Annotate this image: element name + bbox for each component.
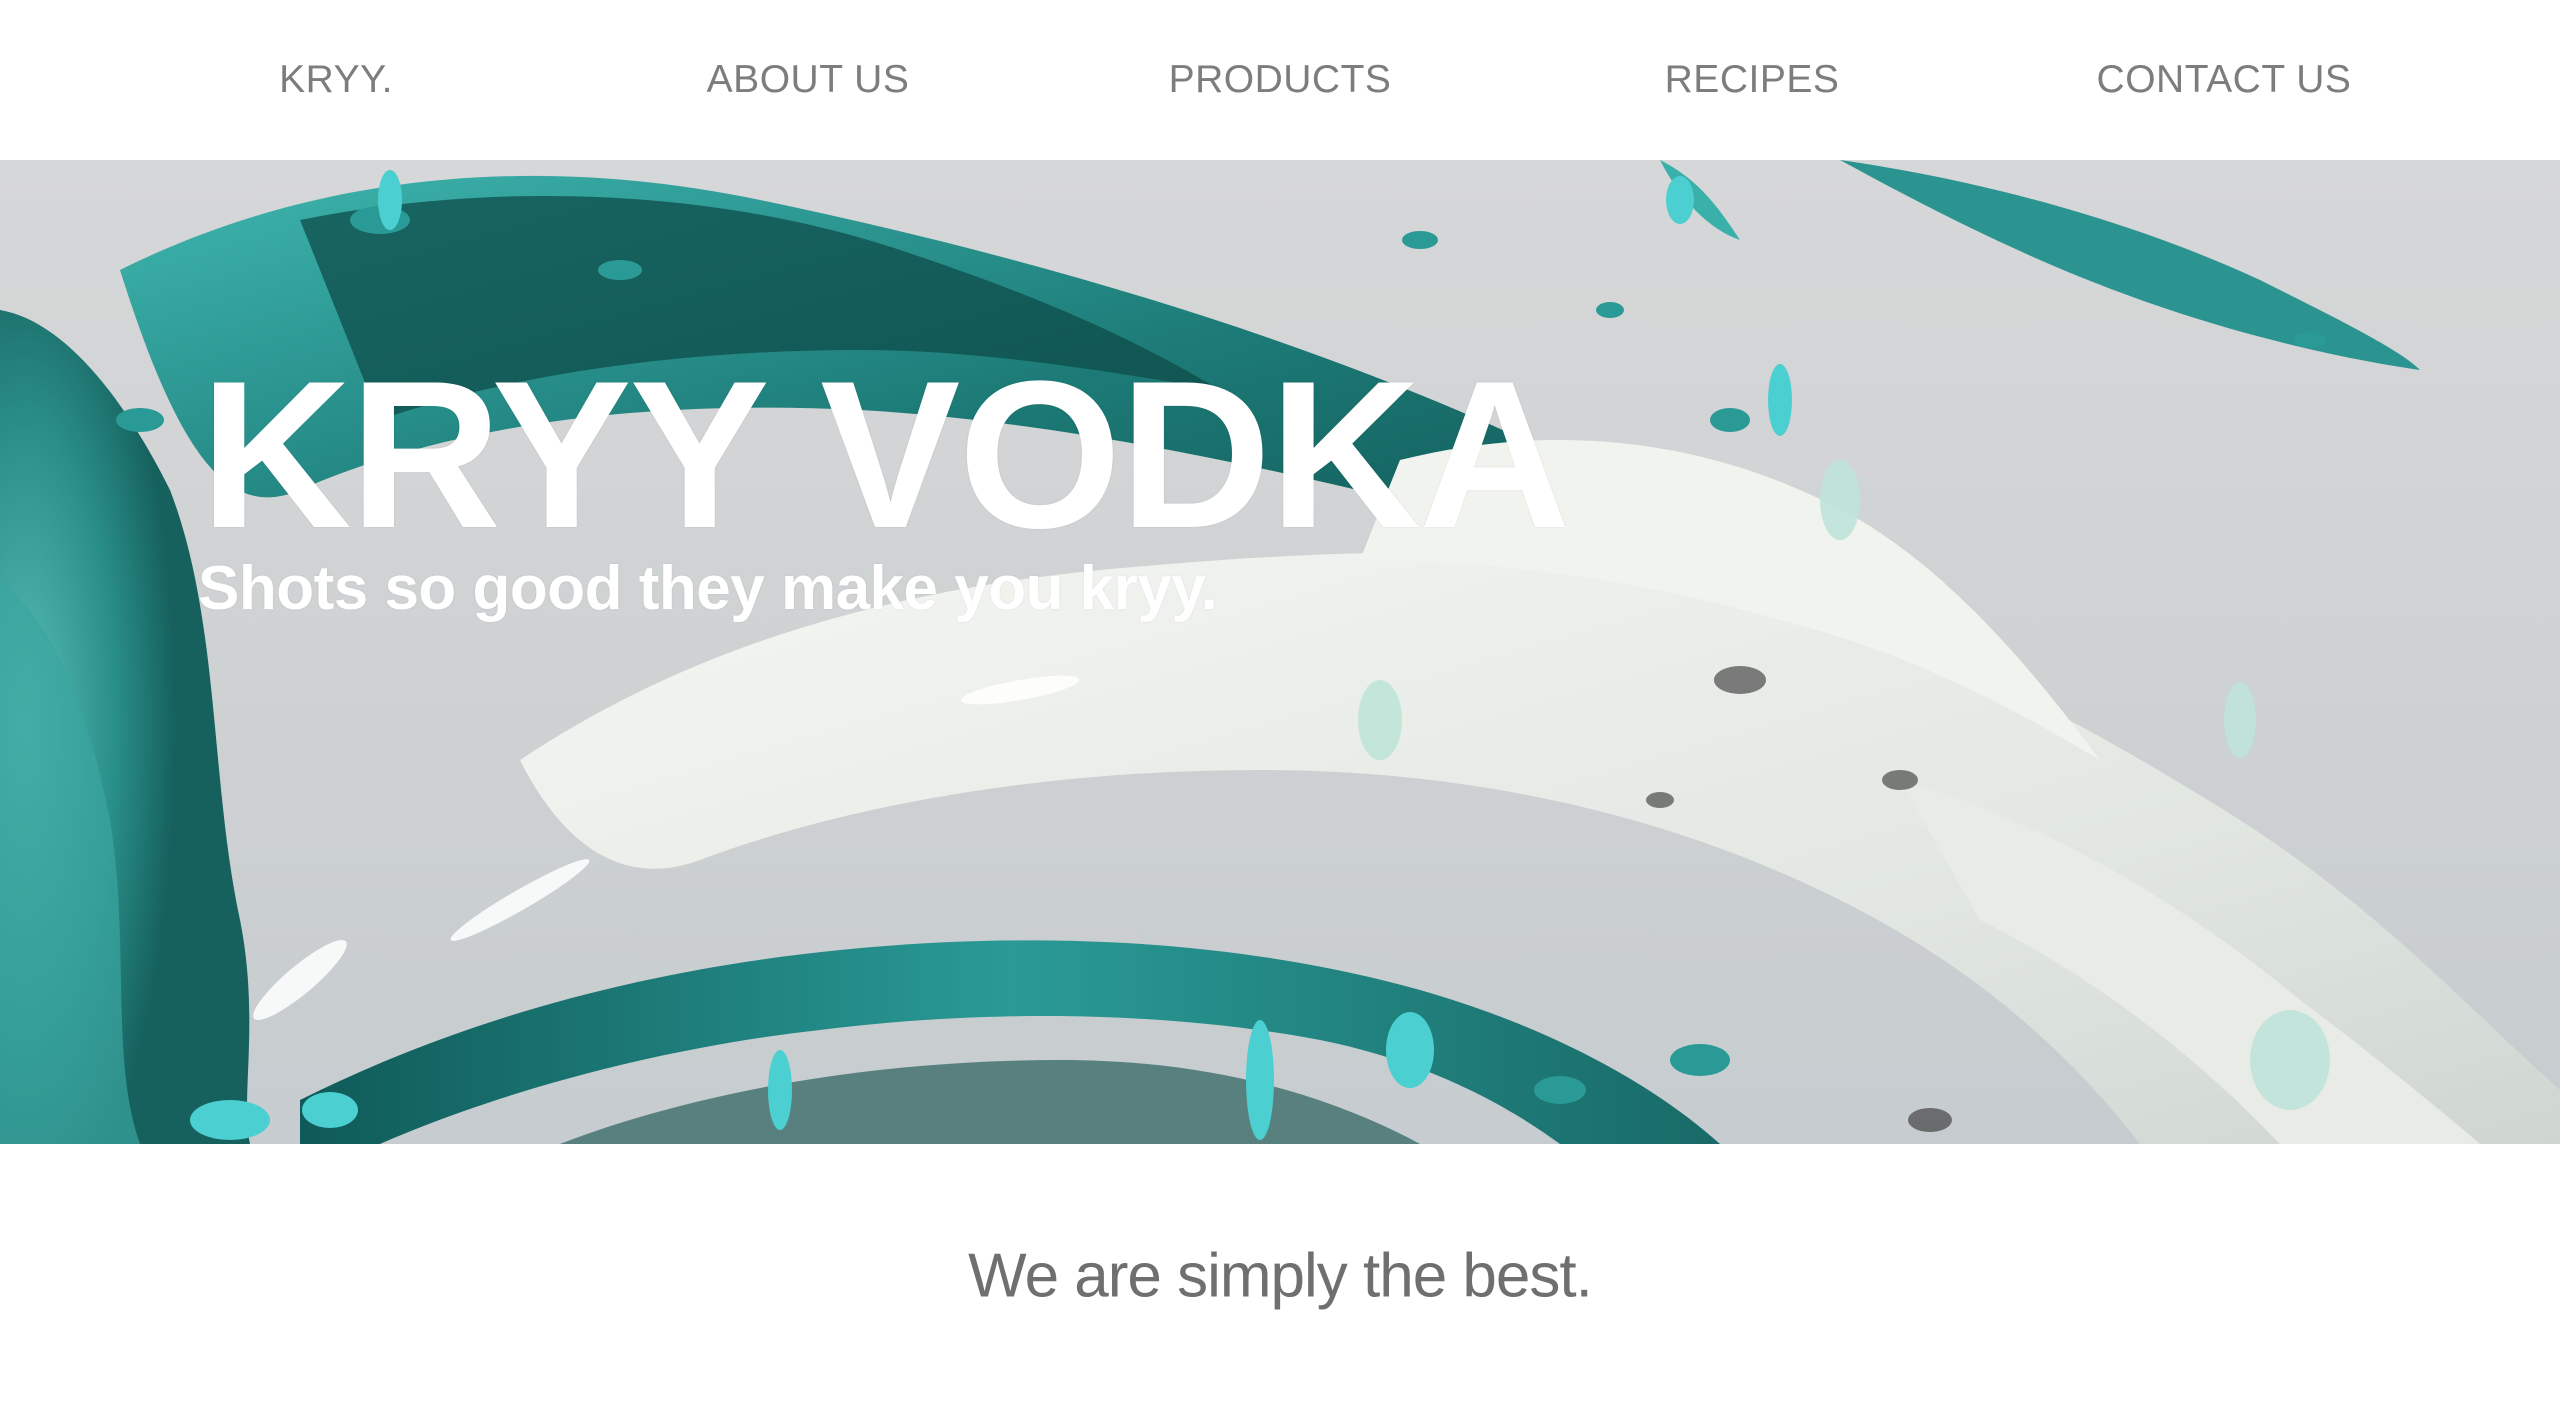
hero-subtitle: Shots so good they make you kryy. <box>198 554 1218 623</box>
nav-about-us[interactable]: ABOUT US <box>707 58 910 102</box>
top-navigation: KRYY. ABOUT US PRODUCTS RECIPES CONTACT … <box>0 0 2560 160</box>
hero-title: KRYY VODKA <box>200 337 1571 572</box>
nav-recipes[interactable]: RECIPES <box>1665 58 1840 102</box>
nav-contact-us[interactable]: CONTACT US <box>2097 58 2352 102</box>
hero-banner: KRYY VODKA Shots so good they make you k… <box>0 160 2560 1144</box>
nav-products[interactable]: PRODUCTS <box>1169 58 1392 102</box>
hero-splash-image <box>0 160 2560 1144</box>
brand-logo-link[interactable]: KRYY. <box>279 58 393 102</box>
tagline-text: We are simply the best. <box>968 1241 1593 1311</box>
tagline-section: We are simply the best. <box>0 1144 2560 1404</box>
